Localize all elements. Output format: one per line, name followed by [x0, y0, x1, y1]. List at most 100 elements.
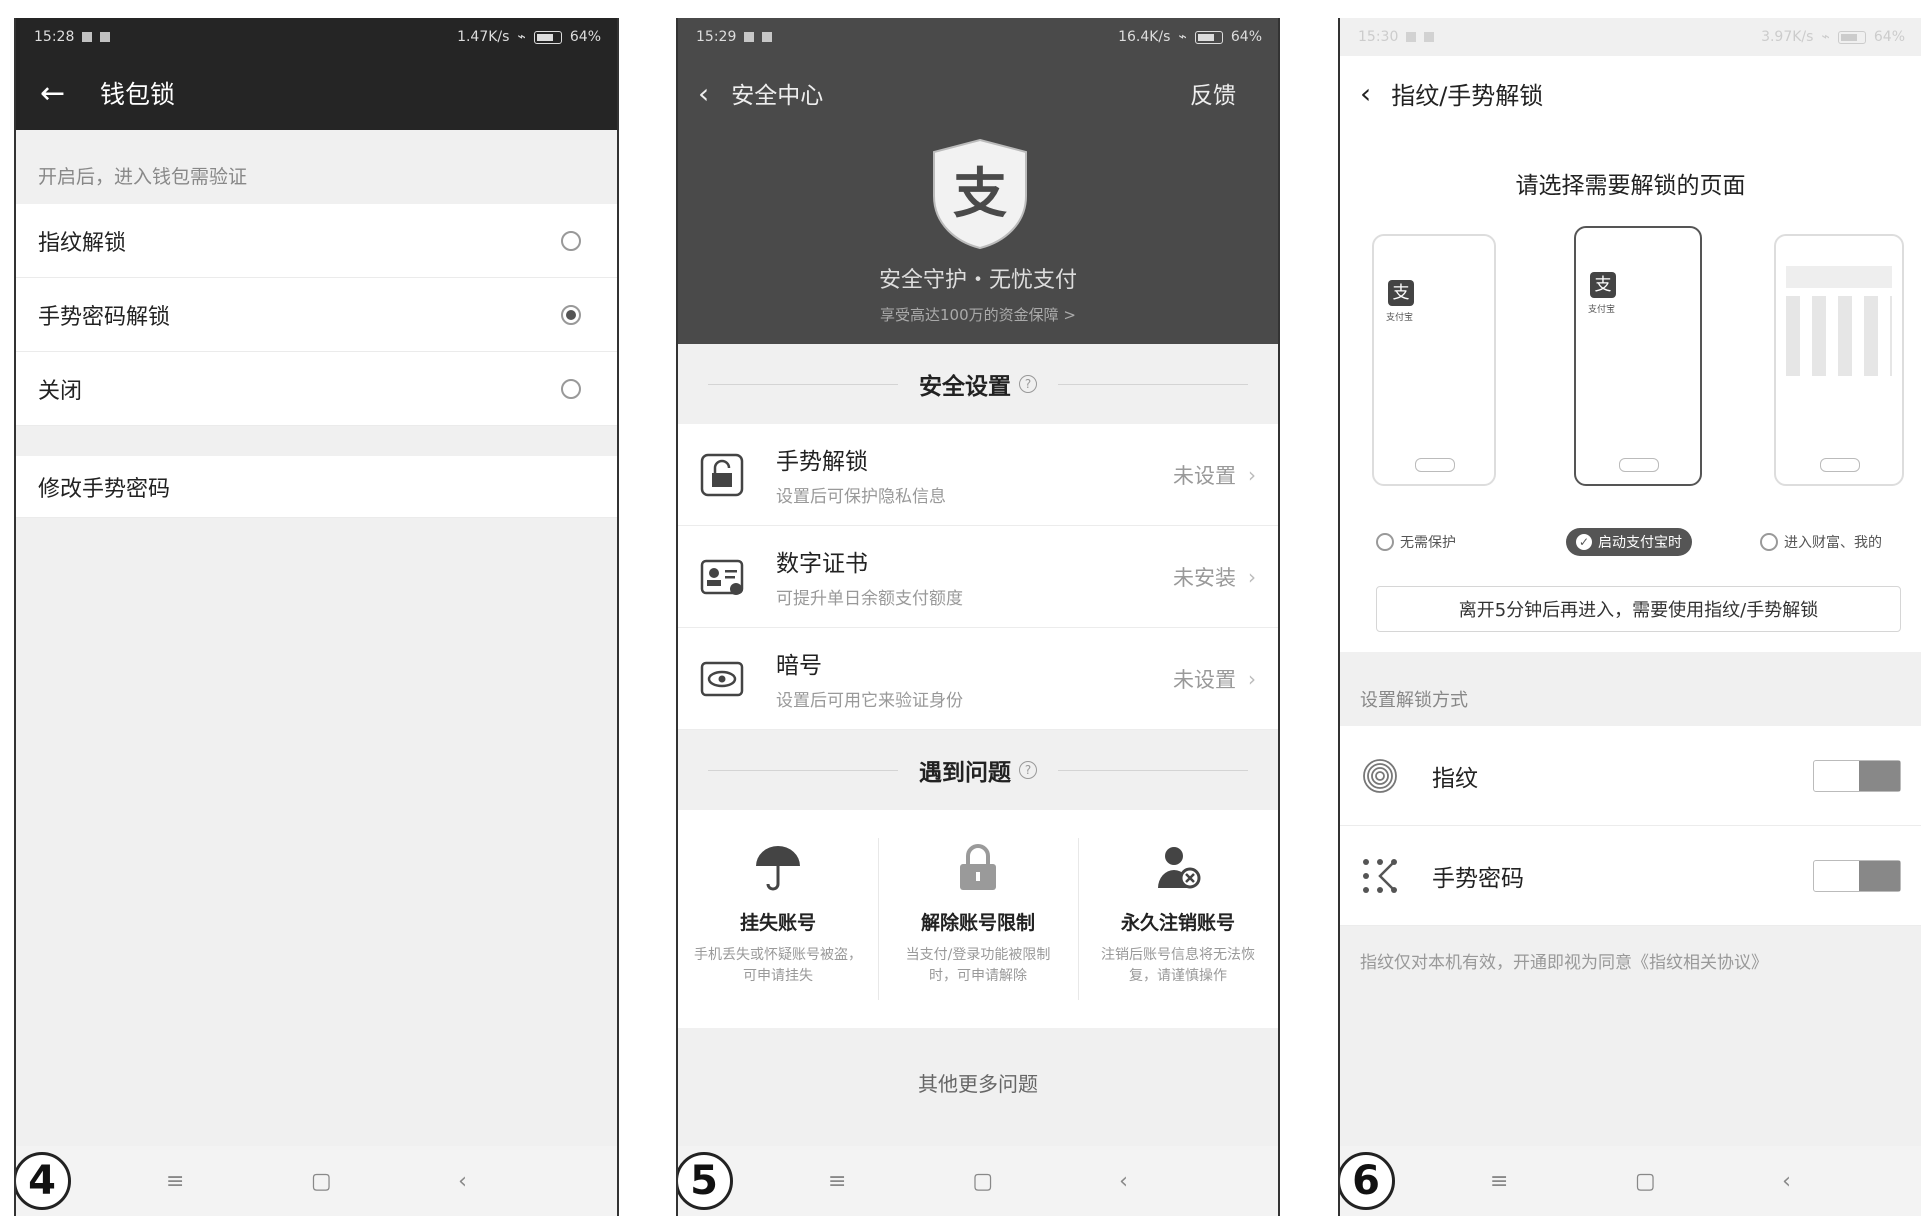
app-label: 支付宝 [1386, 313, 1414, 323]
choice-on-launch[interactable]: ✓ 启动支付宝时 [1566, 528, 1692, 556]
toggle-switch[interactable] [1813, 759, 1901, 792]
method-gesture[interactable]: 手势密码 [1340, 826, 1921, 926]
home-button-icon [1415, 458, 1455, 472]
chevron-right-icon: › [1248, 666, 1256, 691]
setting-title: 暗号 [776, 653, 822, 679]
umbrella-icon [756, 846, 800, 891]
section-title: 遇到问题 [919, 760, 1011, 786]
radio-button[interactable] [1760, 533, 1778, 551]
problem-desc: 手机丢失或怀疑账号被盗，可申请挂失 [694, 947, 862, 984]
home-key-icon[interactable]: ▢ [972, 1169, 993, 1194]
page-title: 安全中心 [731, 83, 824, 109]
back-key-icon[interactable]: ‹ [1782, 1169, 1791, 1194]
notification-icon [762, 32, 773, 42]
chevron-right-icon: › [1248, 564, 1256, 589]
page-picker: 请选择需要解锁的页面 支 支付宝 支 支付宝 无需保护 ✓ 启动支付宝时 进入财富… [1340, 130, 1921, 652]
system-nav-bar: 6 ≡ ▢ ‹ [1340, 1146, 1921, 1216]
hero-subtitle-link[interactable]: 享受高达100万的资金保障 > [678, 304, 1278, 325]
menu-key-icon[interactable]: ≡ [828, 1169, 846, 1194]
setting-status: 未设置 [1173, 463, 1236, 488]
notification-icon [82, 32, 93, 42]
notification-icon [1406, 32, 1417, 42]
home-button-icon [1619, 458, 1659, 472]
section-title: 安全设置 [919, 374, 1011, 400]
back-chevron-icon[interactable]: ‹ [1360, 77, 1371, 110]
picker-title: 请选择需要解锁的页面 [1515, 173, 1746, 199]
choice-label: 进入财富、我的 [1784, 535, 1882, 551]
help-icon[interactable]: ? [1019, 375, 1037, 393]
method-label: 手势密码 [1432, 865, 1524, 892]
status-time: 15:30 [1358, 29, 1399, 45]
phone-preview-wealth[interactable] [1774, 234, 1904, 486]
system-nav-bar: 4 ≡ ▢ ‹ [16, 1146, 617, 1216]
more-problems-link[interactable]: 其他更多问题 [678, 1028, 1278, 1097]
fingerprint-icon [1363, 758, 1397, 793]
setting-subtitle: 设置后可保护隐私信息 [776, 487, 946, 507]
home-key-icon[interactable]: ▢ [1635, 1169, 1656, 1194]
setting-digital-certificate[interactable]: 数字证书 可提升单日余额支付额度 未安装 › [678, 526, 1278, 628]
option-label: 指纹解锁 [38, 230, 127, 256]
menu-key-icon[interactable]: ≡ [166, 1169, 184, 1194]
setting-status: 未设置 [1173, 667, 1236, 692]
signal-icon: ⌁ [517, 29, 526, 45]
eye-icon [700, 661, 744, 696]
notification-icon [1424, 32, 1435, 42]
header: ‹ 指纹/手势解锁 [1340, 56, 1921, 130]
option-off[interactable]: 关闭 [16, 352, 617, 426]
page-title: 钱包锁 [100, 80, 176, 109]
alipay-shield-logo-icon: 支 [933, 138, 1027, 250]
section-header-problems: 遇到问题? [678, 730, 1278, 810]
battery-level: 64% [1230, 29, 1262, 45]
option-gesture[interactable]: 手势密码解锁 [16, 278, 617, 352]
method-fingerprint[interactable]: 指纹 [1340, 726, 1921, 826]
logo-char: 支 [953, 162, 1007, 225]
setting-gesture-unlock[interactable]: 手势解锁 设置后可保护隐私信息 未设置 › [678, 424, 1278, 526]
battery-level: 64% [569, 29, 601, 45]
choice-wealth-mine[interactable]: 进入财富、我的 [1760, 532, 1882, 552]
problem-remove-restriction[interactable]: 解除账号限制 当支付/登录功能被限制时，可申请解除 [878, 810, 1078, 1028]
figure-number: 6 [1340, 1152, 1395, 1210]
lock-icon [700, 453, 744, 496]
help-icon[interactable]: ? [1019, 761, 1037, 779]
setting-secret-code[interactable]: 暗号 设置后可用它来验证身份 未设置 › [678, 628, 1278, 730]
method-label: 指纹 [1432, 765, 1478, 792]
app-label: 支付宝 [1588, 305, 1616, 315]
choice-label: 无需保护 [1400, 535, 1456, 551]
choice-label: 启动支付宝时 [1598, 535, 1682, 551]
change-gesture-row[interactable]: 修改手势密码 [16, 456, 617, 518]
phone-preview-launch[interactable]: 支 支付宝 [1574, 226, 1702, 486]
radio-button[interactable] [561, 378, 581, 399]
back-arrow-icon[interactable]: ← [40, 76, 100, 111]
menu-key-icon[interactable]: ≡ [1490, 1169, 1508, 1194]
gesture-icon [1363, 858, 1397, 893]
alipay-app-icon: 支 [1590, 272, 1616, 298]
choice-no-protection[interactable]: 无需保护 [1376, 532, 1456, 552]
option-fingerprint[interactable]: 指纹解锁 [16, 204, 617, 278]
app-grid-graphic [1786, 296, 1892, 376]
battery-icon [1837, 30, 1866, 44]
back-key-icon[interactable]: ‹ [458, 1169, 467, 1194]
problem-desc: 当支付/登录功能被限制时，可申请解除 [905, 947, 1051, 984]
toggle-switch[interactable] [1813, 859, 1901, 892]
back-chevron-icon[interactable]: ‹ [698, 77, 709, 110]
network-speed: 1.47K/s [457, 29, 510, 45]
problem-delete-account[interactable]: 永久注销账号 注销后账号信息将无法恢复，请谨慎操作 [1078, 810, 1278, 1028]
radio-button[interactable] [1376, 533, 1394, 551]
option-label: 关闭 [38, 378, 83, 404]
notification-icon [744, 32, 755, 42]
problem-report-loss[interactable]: 挂失账号 手机丢失或怀疑账号被盗，可申请挂失 [678, 810, 878, 1028]
padlock-icon [960, 844, 996, 890]
signal-icon: ⌁ [1178, 29, 1187, 45]
home-key-icon[interactable]: ▢ [311, 1169, 332, 1194]
back-key-icon[interactable]: ‹ [1119, 1169, 1128, 1194]
feedback-link[interactable]: 反馈 [1190, 76, 1236, 110]
radio-button[interactable] [561, 230, 581, 251]
battery-level: 64% [1873, 29, 1905, 45]
radio-button-selected[interactable] [561, 304, 581, 325]
setting-subtitle: 可提升单日余额支付额度 [776, 589, 963, 609]
battery-icon [533, 30, 562, 44]
phone-preview-none[interactable]: 支 支付宝 [1372, 234, 1496, 486]
hero-title: 安全守护・无忧支付 [878, 268, 1077, 293]
notice-box: 离开5分钟后再进入，需要使用指纹/手势解锁 [1376, 586, 1901, 632]
footer-agreement-text[interactable]: 指纹仅对本机有效，开通即视为同意《指纹相关协议》 [1340, 926, 1921, 973]
